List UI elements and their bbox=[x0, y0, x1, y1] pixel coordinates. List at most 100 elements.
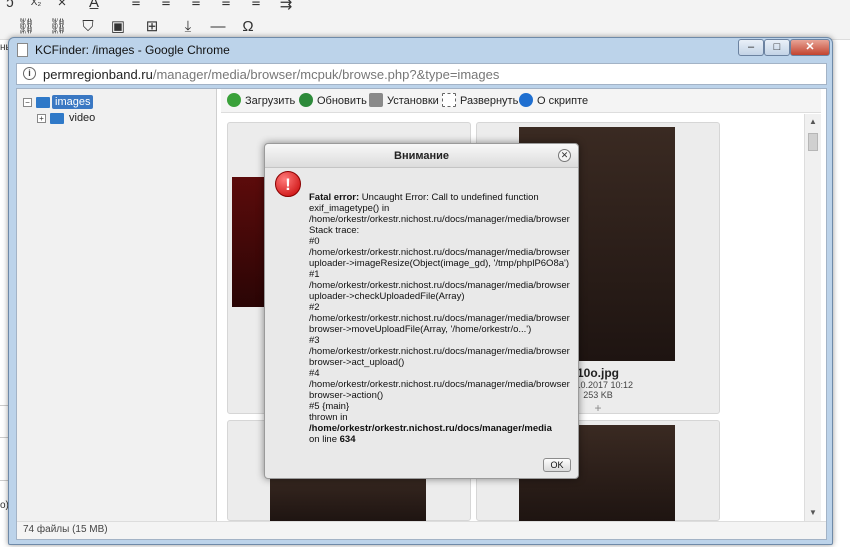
status-bar: 74 файлы (15 MB) bbox=[17, 521, 826, 539]
bg-hr-icon: — bbox=[210, 18, 226, 35]
error-line: exif_imagetype() in bbox=[309, 203, 570, 214]
bg-insert-icon: ⤓ bbox=[184, 18, 192, 35]
refresh-button[interactable]: Обновить bbox=[299, 93, 367, 109]
error-line: uploader->imageResize(Object(image_gd), … bbox=[309, 258, 570, 269]
settings-button[interactable]: Установки bbox=[369, 93, 439, 109]
upload-button[interactable]: Загрузить bbox=[227, 93, 295, 109]
tree-item-label[interactable]: images bbox=[52, 95, 94, 109]
error-line: browser->act_upload() bbox=[309, 357, 570, 368]
error-line: #5 {main} bbox=[309, 401, 570, 412]
error-line-text: /home/orkestr/orkestr.nichost.ru/docs/ma… bbox=[309, 214, 570, 225]
error-line-text: #0 bbox=[309, 236, 320, 247]
error-line-text: /home/orkestr/orkestr.nichost.ru/docs/ma… bbox=[309, 379, 570, 390]
error-line: #4 bbox=[309, 368, 570, 379]
settings-label: Установки bbox=[387, 95, 439, 107]
dialog-title: Внимание bbox=[265, 144, 578, 168]
error-line: #2 bbox=[309, 302, 570, 313]
dialog-close-icon[interactable]: ✕ bbox=[558, 149, 571, 162]
error-line: /home/orkestr/orkestr.nichost.ru/docs/ma… bbox=[309, 280, 570, 291]
tree-item-label[interactable]: video bbox=[66, 111, 98, 125]
error-line: browser->action() bbox=[309, 390, 570, 401]
vertical-scrollbar[interactable]: ▲ ▼ bbox=[804, 114, 821, 521]
expand-label: Развернуть bbox=[460, 95, 519, 107]
info-icon[interactable]: i bbox=[23, 67, 36, 80]
kcfinder-toolbar: Загрузить Обновить Установки Развернуть … bbox=[221, 89, 821, 113]
bg-justify-icon: ≡ bbox=[221, 0, 231, 11]
collapse-icon[interactable]: − bbox=[23, 98, 32, 107]
error-line: on line 634 bbox=[309, 434, 570, 445]
error-line-bold: Fatal error: bbox=[309, 192, 362, 203]
fullscreen-icon bbox=[442, 93, 456, 107]
error-line: Stack trace: bbox=[309, 225, 570, 236]
alert-dialog: Внимание ✕ ! Fatal error: Uncaught Error… bbox=[264, 143, 579, 479]
error-line: /home/orkestr/orkestr.nichost.ru/docs/ma… bbox=[309, 379, 570, 390]
ok-button[interactable]: OK bbox=[543, 458, 571, 472]
error-message: Fatal error: Uncaught Error: Call to und… bbox=[309, 192, 570, 452]
folder-icon bbox=[36, 97, 50, 108]
tools-icon bbox=[369, 93, 383, 107]
error-line-text: browser->action() bbox=[309, 390, 384, 401]
error-line: browser->moveUploadFile(Array, '/home/or… bbox=[309, 324, 570, 335]
bg-link-icon: ⛓ bbox=[16, 18, 36, 35]
error-line: thrown in bbox=[309, 412, 570, 423]
url-host: permregionband.ru bbox=[43, 67, 153, 82]
error-line: /home/orkestr/orkestr.nichost.ru/docs/ma… bbox=[309, 423, 570, 434]
refresh-icon bbox=[299, 93, 313, 107]
bg-table-icon: ⊞ bbox=[145, 18, 159, 35]
maximize-button[interactable]: □ bbox=[764, 39, 790, 56]
bg-indent-icon: ≡ bbox=[251, 0, 261, 11]
url-text: permregionband.ru/manager/media/browser/… bbox=[43, 67, 499, 82]
error-line-text: #1 bbox=[309, 269, 320, 280]
error-line: #0 bbox=[309, 236, 570, 247]
scroll-up-icon[interactable]: ▲ bbox=[809, 117, 817, 126]
window-title: KCFinder: /images - Google Chrome bbox=[35, 43, 230, 57]
bg-subscript-icon: X₂ bbox=[30, 0, 42, 8]
error-line-number: 634 bbox=[339, 434, 356, 445]
minimize-button[interactable]: – bbox=[738, 39, 764, 56]
error-line-text: #4 bbox=[309, 368, 320, 379]
bg-align-center-icon: ≡ bbox=[161, 0, 171, 11]
address-bar[interactable]: i permregionband.ru/manager/media/browse… bbox=[16, 63, 827, 85]
error-line-text: /home/orkestr/orkestr.nichost.ru/docs/ma… bbox=[309, 346, 570, 357]
window-titlebar[interactable]: KCFinder: /images - Google Chrome – □ ✕ bbox=[9, 38, 832, 62]
error-icon: ! bbox=[275, 171, 301, 197]
error-line-text: browser->act_upload() bbox=[309, 357, 405, 368]
url-path: /manager/media/browser/mcpuk/browse.php?… bbox=[152, 67, 500, 82]
about-label: О скрипте bbox=[537, 95, 589, 107]
scroll-down-icon[interactable]: ▼ bbox=[809, 508, 817, 517]
bg-anchor-icon: ⛉ bbox=[82, 18, 94, 35]
error-line-text: /home/orkestr/orkestr.nichost.ru/docs/ma… bbox=[309, 313, 570, 324]
error-line-text: Stack trace: bbox=[309, 225, 360, 236]
bg-text-color-icon: A̲ bbox=[88, 0, 99, 11]
upload-label: Загрузить bbox=[245, 95, 296, 107]
about-button[interactable]: О скрипте bbox=[519, 93, 588, 109]
bg-clear-format-icon: × bbox=[57, 0, 67, 11]
bg-align-left-icon: ≡ bbox=[131, 0, 141, 11]
error-line-text: #2 bbox=[309, 302, 320, 313]
error-line-text: browser->moveUploadFile(Array, '/home/or… bbox=[309, 324, 532, 335]
error-line-bold: /home/orkestr/orkestr.nichost.ru/docs/ma… bbox=[309, 423, 552, 434]
error-line-text: exif_imagetype() in bbox=[309, 203, 390, 214]
error-line: #1 bbox=[309, 269, 570, 280]
expand-button[interactable]: Развернуть bbox=[442, 93, 518, 109]
error-line-text: Uncaught Error: Call to undefined functi… bbox=[361, 192, 539, 203]
close-window-button[interactable]: ✕ bbox=[790, 39, 830, 56]
error-line-text: uploader->checkUploadedFile(Array) bbox=[309, 291, 465, 302]
scroll-thumb[interactable] bbox=[808, 133, 818, 151]
error-line: #3 bbox=[309, 335, 570, 346]
page-icon bbox=[17, 43, 28, 57]
tree-item-images[interactable]: − images bbox=[23, 95, 203, 109]
refresh-label: Обновить bbox=[317, 95, 367, 107]
error-line-text: /home/orkestr/orkestr.nichost.ru/docs/ma… bbox=[309, 280, 570, 291]
bg-media-icon: ▣ bbox=[110, 18, 126, 35]
bg-align-right-icon: ≡ bbox=[191, 0, 201, 11]
info-icon bbox=[519, 93, 533, 107]
upload-icon bbox=[227, 93, 241, 107]
error-line: /home/orkestr/orkestr.nichost.ru/docs/ma… bbox=[309, 214, 570, 225]
expand-icon[interactable]: + bbox=[37, 114, 46, 123]
error-line: /home/orkestr/orkestr.nichost.ru/docs/ma… bbox=[309, 247, 570, 258]
error-line-text: /home/orkestr/orkestr.nichost.ru/docs/ma… bbox=[309, 247, 570, 258]
error-line-text: thrown in bbox=[309, 412, 348, 423]
tree-item-video[interactable]: + video bbox=[37, 111, 197, 125]
background-editor-toolbar: ↄ X₂ × A̲ ≡ ≡ ≡ ≡ ≡ ⇶ ⛓ ⛓ ⛉ ▣ ⊞ ⤓ — Ω bbox=[0, 0, 850, 40]
